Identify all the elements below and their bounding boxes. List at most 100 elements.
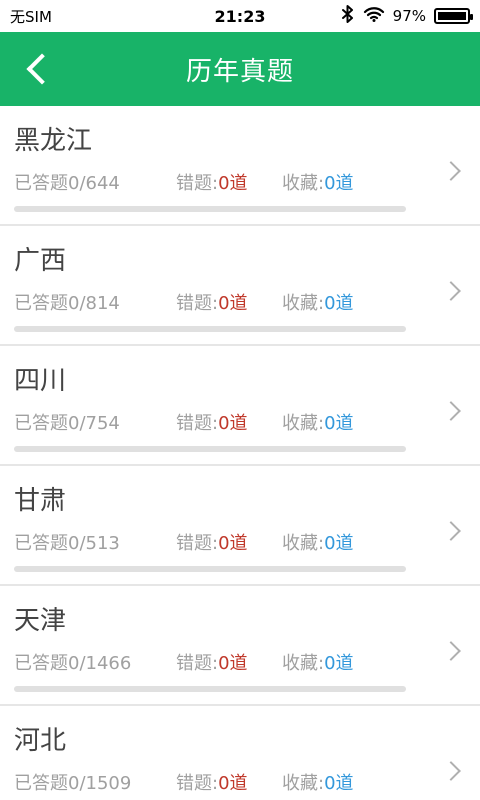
stats-row: 已答题 0/513 错题: 0 道 收藏: 0 道 bbox=[14, 529, 466, 555]
wrong-stat: 错题: 0 道 bbox=[176, 649, 282, 675]
list-item[interactable]: 河北 已答题 0/1509 错题: 0 道 收藏: 0 道 bbox=[0, 706, 480, 800]
wrong-unit: 道 bbox=[229, 173, 248, 194]
wrong-count: 0 bbox=[218, 533, 230, 554]
fav-count: 0 bbox=[324, 293, 336, 314]
wrong-label: 错题: bbox=[176, 173, 219, 194]
wrong-count: 0 bbox=[218, 773, 230, 794]
wrong-label: 错题: bbox=[176, 773, 219, 794]
list-item[interactable]: 四川 已答题 0/754 错题: 0 道 收藏: 0 道 bbox=[0, 346, 480, 466]
wifi-icon bbox=[363, 6, 385, 26]
answered-label: 已答题 bbox=[14, 533, 68, 554]
progress-bar bbox=[14, 326, 406, 332]
wrong-unit: 道 bbox=[229, 773, 248, 794]
fav-unit: 道 bbox=[335, 533, 354, 554]
stats-row: 已答题 0/754 错题: 0 道 收藏: 0 道 bbox=[14, 409, 466, 435]
progress-bar bbox=[14, 206, 406, 212]
answered-stat: 已答题 0/1466 bbox=[14, 649, 176, 675]
status-bar: 无SIM 21:23 97% bbox=[0, 0, 480, 32]
fav-label: 收藏: bbox=[282, 293, 325, 314]
progress-bar bbox=[14, 566, 406, 572]
status-time: 21:23 bbox=[214, 6, 266, 26]
fav-unit: 道 bbox=[335, 293, 354, 314]
fav-stat: 收藏: 0 道 bbox=[282, 529, 354, 555]
fav-stat: 收藏: 0 道 bbox=[282, 769, 354, 795]
stats-row: 已答题 0/644 错题: 0 道 收藏: 0 道 bbox=[14, 169, 466, 195]
fav-count: 0 bbox=[324, 653, 336, 674]
wrong-count: 0 bbox=[218, 653, 230, 674]
fav-label: 收藏: bbox=[282, 773, 325, 794]
wrong-stat: 错题: 0 道 bbox=[176, 769, 282, 795]
chevron-left-icon bbox=[26, 53, 58, 85]
wrong-stat: 错题: 0 道 bbox=[176, 409, 282, 435]
answered-count: 0/754 bbox=[68, 413, 120, 434]
wrong-stat: 错题: 0 道 bbox=[176, 169, 282, 195]
wrong-unit: 道 bbox=[229, 653, 248, 674]
province-list: 黑龙江 已答题 0/644 错题: 0 道 收藏: 0 道 广西 已答题 0/814 错题:… bbox=[0, 106, 480, 800]
progress-bar bbox=[14, 446, 406, 452]
fav-count: 0 bbox=[324, 413, 336, 434]
fav-stat: 收藏: 0 道 bbox=[282, 649, 354, 675]
fav-stat: 收藏: 0 道 bbox=[282, 289, 354, 315]
battery-fill bbox=[438, 12, 466, 20]
answered-count: 0/513 bbox=[68, 533, 120, 554]
wrong-count: 0 bbox=[218, 413, 230, 434]
answered-label: 已答题 bbox=[14, 173, 68, 194]
fav-label: 收藏: bbox=[282, 533, 325, 554]
answered-stat: 已答题 0/513 bbox=[14, 529, 176, 555]
province-name: 广西 bbox=[14, 246, 67, 276]
province-name: 四川 bbox=[14, 366, 67, 396]
carrier-text: 无SIM bbox=[10, 7, 52, 26]
wrong-label: 错题: bbox=[176, 653, 219, 674]
province-name: 河北 bbox=[14, 726, 67, 756]
fav-count: 0 bbox=[324, 773, 336, 794]
answered-stat: 已答题 0/754 bbox=[14, 409, 176, 435]
answered-label: 已答题 bbox=[14, 773, 68, 794]
answered-label: 已答题 bbox=[14, 653, 68, 674]
answered-label: 已答题 bbox=[14, 413, 68, 434]
province-name: 天津 bbox=[14, 606, 67, 636]
list-item[interactable]: 天津 已答题 0/1466 错题: 0 道 收藏: 0 道 bbox=[0, 586, 480, 706]
fav-count: 0 bbox=[324, 533, 336, 554]
wrong-unit: 道 bbox=[229, 293, 248, 314]
fav-label: 收藏: bbox=[282, 413, 325, 434]
status-left: 无SIM bbox=[10, 6, 52, 27]
province-name: 黑龙江 bbox=[14, 126, 93, 156]
stats-row: 已答题 0/1509 错题: 0 道 收藏: 0 道 bbox=[14, 769, 466, 795]
fav-unit: 道 bbox=[335, 173, 354, 194]
battery-percent: 97% bbox=[392, 7, 426, 25]
answered-count: 0/1509 bbox=[68, 773, 132, 794]
page-title: 历年真题 bbox=[185, 56, 294, 87]
stats-row: 已答题 0/1466 错题: 0 道 收藏: 0 道 bbox=[14, 649, 466, 675]
answered-label: 已答题 bbox=[14, 293, 68, 314]
wrong-unit: 道 bbox=[229, 533, 248, 554]
answered-count: 0/814 bbox=[68, 293, 120, 314]
wrong-count: 0 bbox=[218, 293, 230, 314]
fav-stat: 收藏: 0 道 bbox=[282, 169, 354, 195]
fav-unit: 道 bbox=[335, 653, 354, 674]
fav-label: 收藏: bbox=[282, 653, 325, 674]
wrong-label: 错题: bbox=[176, 533, 219, 554]
fav-stat: 收藏: 0 道 bbox=[282, 409, 354, 435]
battery-icon bbox=[434, 8, 473, 24]
wrong-count: 0 bbox=[218, 173, 230, 194]
stats-row: 已答题 0/814 错题: 0 道 收藏: 0 道 bbox=[14, 289, 466, 315]
wrong-stat: 错题: 0 道 bbox=[176, 529, 282, 555]
answered-count: 0/644 bbox=[68, 173, 120, 194]
wrong-unit: 道 bbox=[229, 413, 248, 434]
answered-stat: 已答题 0/814 bbox=[14, 289, 176, 315]
status-right: 97% bbox=[341, 5, 473, 27]
list-item[interactable]: 广西 已答题 0/814 错题: 0 道 收藏: 0 道 bbox=[0, 226, 480, 346]
answered-stat: 已答题 0/1509 bbox=[14, 769, 176, 795]
back-button[interactable] bbox=[16, 47, 60, 91]
wrong-stat: 错题: 0 道 bbox=[176, 289, 282, 315]
bluetooth-icon bbox=[341, 5, 355, 27]
list-item[interactable]: 黑龙江 已答题 0/644 错题: 0 道 收藏: 0 道 bbox=[0, 106, 480, 226]
fav-count: 0 bbox=[324, 173, 336, 194]
fav-unit: 道 bbox=[335, 413, 354, 434]
fav-label: 收藏: bbox=[282, 173, 325, 194]
header: 历年真题 bbox=[0, 32, 480, 106]
answered-stat: 已答题 0/644 bbox=[14, 169, 176, 195]
list-item[interactable]: 甘肃 已答题 0/513 错题: 0 道 收藏: 0 道 bbox=[0, 466, 480, 586]
answered-count: 0/1466 bbox=[68, 653, 132, 674]
province-name: 甘肃 bbox=[14, 486, 67, 516]
